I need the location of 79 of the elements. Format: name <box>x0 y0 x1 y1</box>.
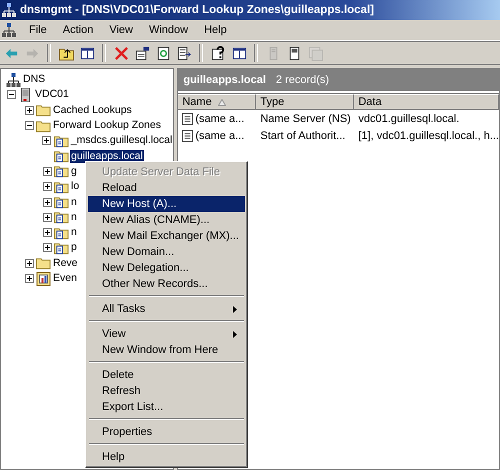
menu-item[interactable]: Window <box>142 24 196 36</box>
folder-icon <box>36 256 51 270</box>
table-cell: Name Server (NS) <box>260 113 351 125</box>
folder-icon <box>36 103 51 118</box>
menu-item[interactable]: Help <box>197 24 234 36</box>
record-icon <box>182 130 194 142</box>
tree-item[interactable]: guilleapps.local <box>70 150 144 163</box>
zone-folder-icon <box>54 210 69 224</box>
menu-item[interactable]: Other New Records... <box>88 276 245 292</box>
table-cell: vdc01.guillesql.local. <box>358 113 460 125</box>
network-icon <box>6 72 21 87</box>
tree-item[interactable]: Even <box>52 272 78 285</box>
menu-item[interactable]: Delete <box>88 367 245 383</box>
expand-toggle[interactable] <box>42 182 52 192</box>
tree-item[interactable]: g <box>70 164 78 178</box>
menu-item[interactable]: Action <box>56 24 100 36</box>
properties-icon[interactable] <box>133 44 151 62</box>
menu-item[interactable]: Refresh <box>88 383 245 399</box>
table-cell: (same a... <box>195 113 244 125</box>
tree-item[interactable]: _msdcs.guillesql.local <box>70 134 174 148</box>
network-icon <box>2 23 16 37</box>
expand-toggle[interactable] <box>42 136 52 146</box>
tree-item[interactable]: DNS <box>22 73 46 86</box>
record-count: 2 record(s) <box>276 74 330 86</box>
menu-item[interactable]: Reload <box>88 180 245 196</box>
menu-item[interactable]: New Window from Here <box>88 342 245 358</box>
zone-title: guilleapps.local <box>183 74 266 86</box>
help-icon[interactable] <box>209 44 227 62</box>
zone-folder-icon <box>54 240 69 255</box>
column-header[interactable]: Type <box>256 94 354 110</box>
event-log-icon <box>36 272 51 286</box>
expand-toggle[interactable] <box>24 274 34 283</box>
menu-item[interactable]: New Host (A)... <box>88 196 245 212</box>
menu-item[interactable]: New Mail Exchanger (MX)... <box>88 228 245 244</box>
zone-folder-icon <box>54 195 69 210</box>
table-cell: (same a... <box>195 130 244 142</box>
zone-folder-icon <box>54 149 69 164</box>
menu-item[interactable]: Export List... <box>88 399 245 415</box>
menu-item[interactable]: View <box>88 326 245 342</box>
expand-toggle[interactable] <box>42 198 52 207</box>
tree-item[interactable]: Reve <box>52 256 79 270</box>
zone-folder-icon <box>54 134 69 148</box>
menu-item[interactable]: All Tasks <box>88 301 245 317</box>
expand-toggle[interactable] <box>42 212 52 222</box>
menu-item[interactable]: New Domain... <box>88 244 245 260</box>
tree-item[interactable]: Forward Lookup Zones <box>52 119 162 132</box>
expand-toggle[interactable] <box>24 106 34 115</box>
column-header[interactable]: Data <box>354 94 499 110</box>
table-cell: Start of Authorit... <box>260 130 346 142</box>
network-icon <box>2 3 16 17</box>
menu-item[interactable]: New Alias (CNAME)... <box>88 212 245 228</box>
menu-item[interactable]: View <box>102 24 140 36</box>
record-icon <box>182 113 194 125</box>
expand-toggle[interactable] <box>42 228 52 238</box>
collapse-toggle[interactable] <box>24 121 34 130</box>
tree-item[interactable]: Cached Lookups <box>52 104 133 117</box>
window-title: dnsmgmt - [DNS\VDC01\Forward Lookup Zones\guilleapps.local] <box>20 4 374 16</box>
zone-folder-icon <box>54 180 69 194</box>
menu-item[interactable]: New Delegation... <box>88 260 245 276</box>
tree-item[interactable]: n <box>70 196 78 209</box>
folder-icon <box>36 118 51 133</box>
tree-item[interactable]: p <box>70 241 78 254</box>
export-icon[interactable] <box>175 44 193 62</box>
tree-item[interactable]: n <box>70 210 78 224</box>
zone-folder-icon <box>54 164 69 178</box>
menu-item[interactable]: Properties <box>88 424 245 440</box>
expand-toggle[interactable] <box>42 166 52 176</box>
menu-item[interactable]: File <box>22 24 54 36</box>
menu-item[interactable]: Help <box>88 449 245 465</box>
column-header[interactable]: Name <box>178 94 256 110</box>
tree-item[interactable]: lo <box>70 180 80 194</box>
zone-folder-icon <box>54 226 69 240</box>
tree-item[interactable]: VDC01 <box>34 88 70 102</box>
tree-item[interactable]: n <box>70 226 78 240</box>
server-icon <box>18 88 33 102</box>
table-cell: [1], vdc01.guillesql.local., h... <box>358 130 499 142</box>
expand-toggle[interactable] <box>42 243 52 252</box>
collapse-toggle[interactable] <box>6 90 16 100</box>
expand-toggle[interactable] <box>24 258 34 268</box>
